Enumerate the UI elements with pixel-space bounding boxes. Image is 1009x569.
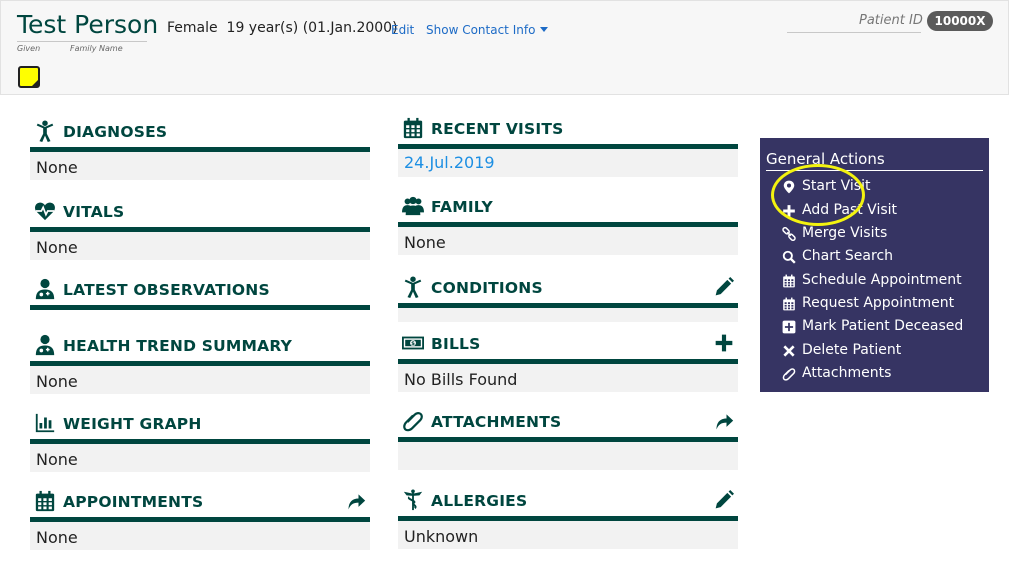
section-family: FAMILY None bbox=[398, 192, 738, 255]
section-title: HEALTH TREND SUMMARY bbox=[63, 337, 293, 355]
patient-demographics: Female 19 year(s) (01.Jan.2000) bbox=[167, 20, 398, 36]
section-body: None bbox=[30, 522, 370, 550]
section-body: None bbox=[398, 227, 738, 255]
patient-id-label: Patient ID bbox=[859, 13, 923, 28]
svg-text:$: $ bbox=[411, 341, 415, 347]
section-bills: $ BILLS No Bills Found bbox=[398, 329, 738, 392]
general-actions-title: General Actions bbox=[766, 150, 885, 168]
section-title: LATEST OBSERVATIONS bbox=[63, 281, 270, 299]
plus-icon bbox=[783, 205, 795, 217]
general-actions-panel: General Actions Start Visit Add Past Vis… bbox=[760, 138, 989, 392]
general-actions-divider bbox=[766, 170, 983, 171]
section-title: FAMILY bbox=[431, 198, 493, 216]
section-latest-observations: LATEST OBSERVATIONS bbox=[30, 275, 370, 310]
pencil-icon[interactable] bbox=[714, 490, 734, 510]
patient-name: Test Person bbox=[17, 10, 159, 39]
section-conditions: CONDITIONS bbox=[398, 273, 738, 322]
section-title: ATTACHMENTS bbox=[431, 413, 562, 431]
calendar-icon bbox=[35, 490, 55, 512]
action-label: Add Past Visit bbox=[802, 202, 898, 218]
section-body bbox=[398, 442, 738, 470]
section-body: None bbox=[30, 444, 370, 472]
users-icon bbox=[402, 196, 424, 216]
patient-age-dob: 19 year(s) (01.Jan.2000) bbox=[226, 20, 398, 36]
share-arrow-icon[interactable] bbox=[714, 411, 734, 431]
section-title: RECENT VISITS bbox=[431, 120, 564, 138]
patient-id-divider bbox=[787, 32, 921, 33]
close-icon bbox=[783, 345, 795, 357]
section-body: Unknown bbox=[398, 521, 738, 549]
plus-square-icon bbox=[782, 320, 796, 334]
patient-id-badge: 10000X bbox=[927, 11, 993, 31]
plus-icon[interactable] bbox=[714, 333, 734, 353]
section-diagnoses: DIAGNOSES None bbox=[30, 117, 370, 180]
section-title: APPOINTMENTS bbox=[63, 493, 204, 511]
show-contact-info-label: Show Contact Info bbox=[426, 23, 536, 37]
section-title: WEIGHT GRAPH bbox=[63, 415, 202, 433]
action-schedule-appointment[interactable]: Schedule Appointment bbox=[782, 271, 982, 291]
action-attachments[interactable]: Attachments bbox=[782, 364, 982, 384]
section-title: BILLS bbox=[431, 335, 481, 353]
money-icon: $ bbox=[402, 336, 424, 350]
section-health-trend-summary: HEALTH TREND SUMMARY None bbox=[30, 331, 370, 394]
paperclip-icon bbox=[782, 368, 796, 381]
section-appointments: APPOINTMENTS None bbox=[30, 487, 370, 550]
action-delete-patient[interactable]: Delete Patient bbox=[782, 341, 982, 361]
action-merge-visits[interactable]: Merge Visits bbox=[782, 224, 982, 244]
section-body: No Bills Found bbox=[398, 364, 738, 392]
patient-gender: Female bbox=[167, 20, 218, 36]
action-label: Attachments bbox=[802, 365, 892, 381]
section-title: ALLERGIES bbox=[431, 492, 528, 510]
section-body: None bbox=[30, 232, 370, 260]
action-start-visit[interactable]: Start Visit bbox=[782, 177, 982, 197]
section-allergies: ALLERGIES Unknown bbox=[398, 486, 738, 549]
paperclip-icon bbox=[403, 412, 423, 432]
stick-figure-icon bbox=[36, 120, 54, 142]
action-mark-patient-deceased[interactable]: Mark Patient Deceased bbox=[782, 317, 982, 337]
action-label: Merge Visits bbox=[802, 225, 888, 241]
action-chart-search[interactable]: Chart Search bbox=[782, 247, 982, 267]
user-md-icon bbox=[35, 334, 55, 356]
section-attachments: ATTACHMENTS bbox=[398, 407, 738, 470]
stick-figure-icon bbox=[404, 276, 422, 298]
section-body: None bbox=[30, 152, 370, 180]
action-label: Delete Patient bbox=[802, 342, 902, 358]
link-icon bbox=[782, 227, 796, 241]
share-arrow-icon[interactable] bbox=[346, 491, 366, 511]
action-label: Schedule Appointment bbox=[802, 272, 962, 288]
section-vitals: VITALS None bbox=[30, 197, 370, 260]
map-marker-icon bbox=[783, 180, 795, 194]
action-add-past-visit[interactable]: Add Past Visit bbox=[782, 201, 982, 221]
heartbeat-icon bbox=[35, 202, 55, 221]
user-md-icon bbox=[35, 278, 55, 300]
caret-down-icon bbox=[540, 27, 549, 32]
action-request-appointment[interactable]: Request Appointment bbox=[782, 294, 982, 314]
section-title: DIAGNOSES bbox=[63, 123, 168, 141]
section-body: None bbox=[30, 366, 370, 394]
section-title: VITALS bbox=[63, 203, 125, 221]
section-weight-graph: WEIGHT GRAPH None bbox=[30, 409, 370, 472]
show-contact-info-link[interactable]: Show Contact Info bbox=[426, 23, 549, 37]
section-title: CONDITIONS bbox=[431, 279, 543, 297]
caduceus-icon bbox=[403, 489, 423, 511]
calendar-icon bbox=[783, 274, 795, 288]
action-label: Start Visit bbox=[802, 178, 871, 194]
given-label: Given bbox=[17, 44, 41, 53]
family-name-label: Family Name bbox=[70, 44, 123, 53]
name-divider bbox=[17, 41, 147, 42]
action-label: Mark Patient Deceased bbox=[802, 318, 964, 334]
action-label: Request Appointment bbox=[802, 295, 955, 311]
sticky-note-icon[interactable] bbox=[18, 66, 40, 88]
action-label: Chart Search bbox=[802, 248, 894, 264]
edit-link[interactable]: Edit bbox=[391, 23, 414, 37]
bar-chart-icon bbox=[35, 413, 55, 433]
patient-header: Test Person Given Family Name Female 19 … bbox=[0, 0, 1009, 95]
pencil-icon[interactable] bbox=[714, 277, 734, 297]
recent-visit-link[interactable]: 24.Jul.2019 bbox=[398, 149, 738, 177]
section-recent-visits: RECENT VISITS 24.Jul.2019 bbox=[398, 114, 738, 177]
calendar-icon bbox=[403, 117, 423, 139]
search-icon bbox=[782, 250, 796, 264]
calendar-icon bbox=[783, 297, 795, 311]
section-body bbox=[398, 308, 738, 322]
